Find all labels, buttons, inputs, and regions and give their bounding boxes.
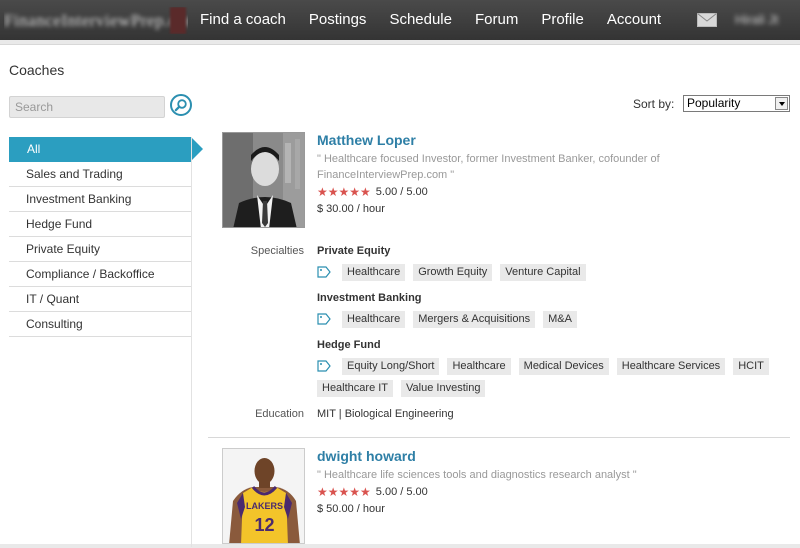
tag-icon — [317, 360, 331, 372]
specialty-tag[interactable]: HCIT — [733, 358, 769, 375]
tag-row: Healthcare Growth Equity Venture Capital — [317, 264, 777, 286]
sort-selected-value: Popularity — [687, 96, 741, 110]
specialty-tag[interactable]: Healthcare IT — [317, 380, 394, 397]
jersey-number: 12 — [254, 515, 274, 535]
category-consulting[interactable]: Consulting — [9, 312, 191, 337]
nav-account[interactable]: Account — [607, 0, 661, 40]
specialty-tag[interactable]: Mergers & Acquisitions — [413, 311, 536, 328]
category-hedge-fund[interactable]: Hedge Fund — [9, 212, 191, 237]
nav-postings[interactable]: Postings — [309, 0, 367, 40]
tag-row: Healthcare Mergers & Acquisitions M&A — [317, 311, 777, 333]
coach-photo[interactable] — [222, 132, 305, 228]
nav-profile[interactable]: Profile — [541, 0, 584, 40]
coach-card: LAKERS 12 dwight howard " Healthcare lif… — [208, 448, 790, 548]
specialty-title: Private Equity — [317, 245, 391, 257]
specialty-tag[interactable]: Healthcare — [342, 311, 406, 328]
education-label: Education — [255, 408, 304, 420]
coach-price: $ 50.00 / hour — [317, 503, 385, 515]
coach-portrait-image: LAKERS 12 — [223, 449, 304, 543]
specialty-tag[interactable]: Venture Capital — [500, 264, 586, 281]
mail-icon[interactable] — [697, 13, 717, 27]
coach-quote: " Healthcare life sciences tools and dia… — [317, 469, 637, 481]
category-it-quant[interactable]: IT / Quant — [9, 287, 191, 312]
coach-quote: " Healthcare focused Investor, former In… — [317, 153, 660, 181]
coach-rating: ★★★★★ 5.00 / 5.00 — [317, 485, 428, 499]
specialty-tag[interactable]: Healthcare Services — [616, 358, 726, 375]
specialty-tag[interactable]: Value Investing — [401, 380, 486, 397]
category-private-equity[interactable]: Private Equity — [9, 237, 191, 262]
specialty-tag[interactable]: M&A — [543, 311, 577, 328]
sort-select[interactable]: Popularity — [683, 95, 790, 112]
category-investment-banking[interactable]: Investment Banking — [9, 187, 191, 212]
category-compliance-backoffice[interactable]: Compliance / Backoffice — [9, 262, 191, 287]
star-rating-icon: ★★★★★ — [317, 185, 371, 199]
education-value: MIT | Biological Engineering — [317, 408, 454, 420]
specialty-tag[interactable]: Healthcare — [342, 264, 406, 281]
jersey-team: LAKERS — [246, 501, 283, 511]
nav-find-a-coach[interactable]: Find a coach — [200, 0, 286, 40]
brand-name: FinanceInterviewPrep.com — [4, 11, 188, 30]
category-list: All Sales and Trading Investment Banking… — [9, 137, 203, 337]
nav-forum[interactable]: Forum — [475, 0, 518, 40]
coach-separator — [208, 437, 790, 438]
page-title: Coaches — [9, 62, 65, 78]
coach-name[interactable]: dwight howard — [317, 448, 416, 464]
specialty-tag[interactable]: Medical Devices — [518, 358, 609, 375]
coach-name[interactable]: Matthew Loper — [317, 132, 416, 148]
sort-label: Sort by: — [633, 97, 675, 111]
specialty-title: Hedge Fund — [317, 339, 381, 351]
rating-value: 5.00 / 5.00 — [375, 486, 428, 498]
main-nav: Find a coach Postings Schedule Forum Pro… — [200, 0, 684, 40]
brand-mark-icon — [170, 7, 186, 34]
category-sales-and-trading[interactable]: Sales and Trading — [9, 162, 191, 187]
tag-icon — [317, 266, 331, 278]
coach-portrait-image — [223, 133, 304, 227]
user-name[interactable]: Hirali Jt — [735, 12, 778, 27]
coach-rating: ★★★★★ 5.00 / 5.00 — [317, 185, 428, 199]
search-box — [9, 96, 165, 118]
main-panel: Coaches All Sales and Trading Investment… — [0, 44, 800, 547]
specialty-title: Investment Banking — [317, 292, 422, 304]
coach-price: $ 30.00 / hour — [317, 203, 385, 215]
magnifier-icon — [174, 99, 187, 112]
coach-photo[interactable]: LAKERS 12 — [222, 448, 305, 544]
nav-schedule[interactable]: Schedule — [389, 0, 452, 40]
rating-value: 5.00 / 5.00 — [375, 186, 428, 198]
search-input[interactable] — [10, 97, 164, 117]
brand-logo[interactable]: FinanceInterviewPrep.com — [4, 7, 188, 34]
specialty-tag[interactable]: Equity Long/Short — [342, 358, 440, 375]
specialty-tag[interactable]: Healthcare — [447, 358, 511, 375]
specialties-label: Specialties — [250, 245, 304, 257]
coach-card: Matthew Loper " Healthcare focused Inves… — [208, 132, 790, 432]
star-rating-icon: ★★★★★ — [317, 485, 371, 499]
category-all[interactable]: All — [9, 137, 203, 162]
search-button[interactable] — [170, 94, 192, 116]
chevron-down-icon[interactable] — [775, 97, 788, 110]
top-navigation-bar: FinanceInterviewPrep.com Find a coach Po… — [0, 0, 800, 40]
sidebar-divider — [191, 137, 192, 547]
specialty-tag[interactable]: Growth Equity — [413, 264, 493, 281]
tag-row: Equity Long/Short Healthcare Medical Dev… — [317, 358, 777, 402]
tag-icon — [317, 313, 331, 325]
